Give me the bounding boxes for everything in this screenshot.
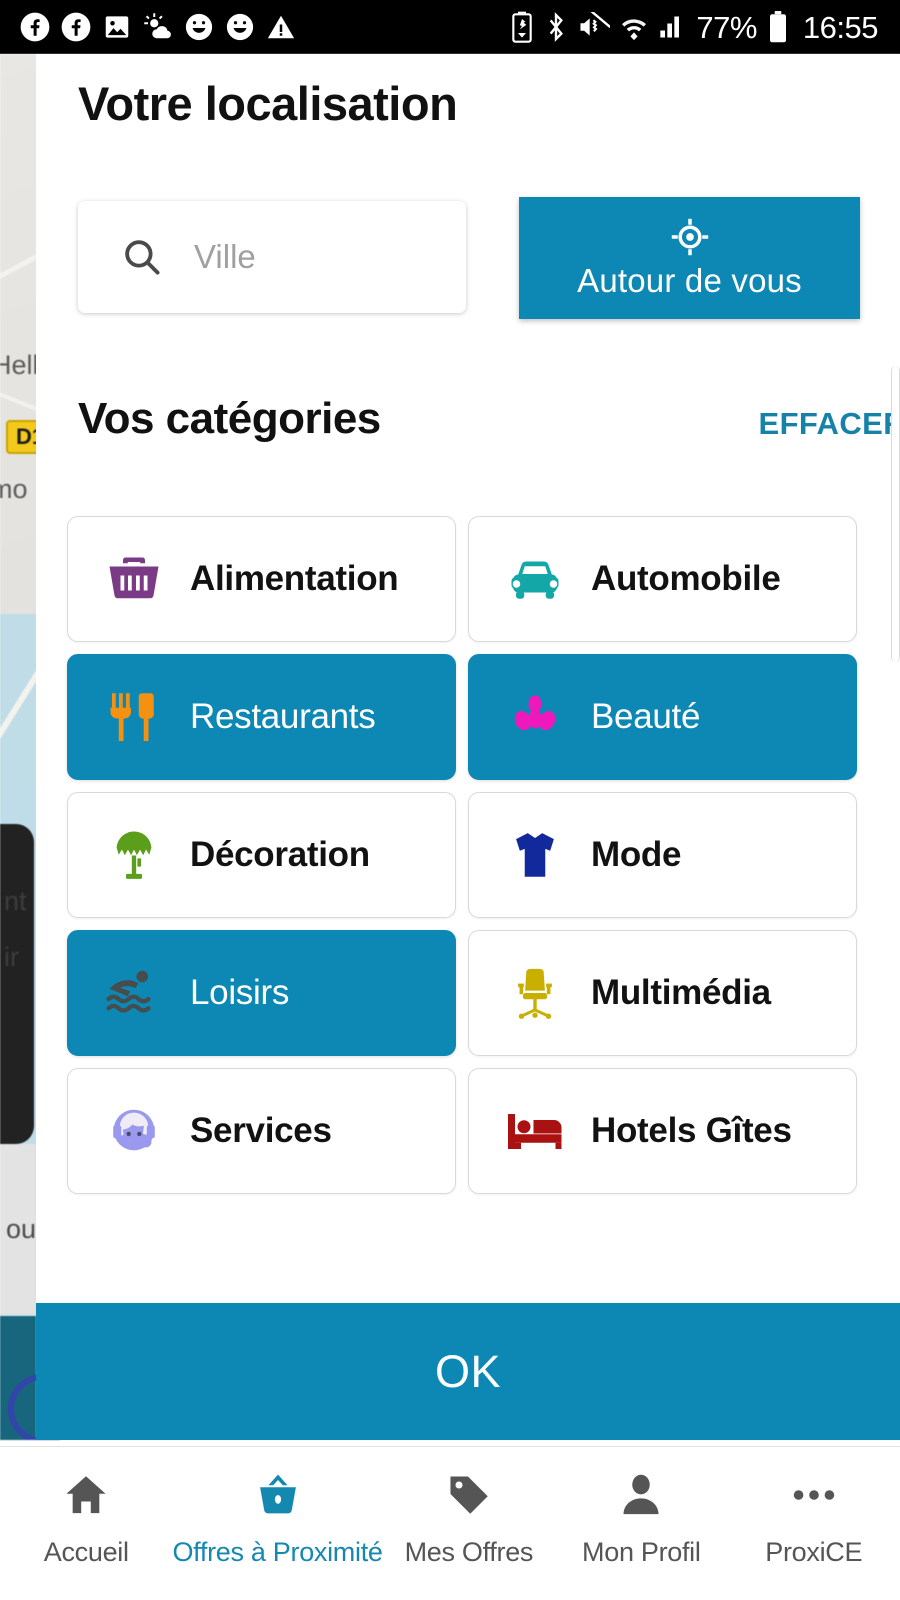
battery-full-icon <box>769 11 786 43</box>
smiley-icon <box>226 13 254 41</box>
wifi-icon <box>622 19 647 41</box>
category-tile-alimentation[interactable]: Alimentation <box>67 516 456 642</box>
category-label: Alimentation <box>190 559 399 598</box>
nav-label: ProxiCE <box>765 1537 863 1567</box>
category-label: Restaurants <box>190 697 376 736</box>
facebook-icon <box>20 12 50 42</box>
category-label: Multimédia <box>591 973 771 1012</box>
nav-item-proxice[interactable]: ProxiCE <box>728 1469 900 1568</box>
around-you-label: Autour de vous <box>577 262 802 299</box>
warning-icon <box>267 15 295 39</box>
nav-item-mes-offres[interactable]: Mes Offres <box>383 1469 555 1568</box>
categories-header: Vos catégories EFFACER <box>36 394 900 466</box>
bed-icon <box>501 1101 569 1161</box>
app-screen: 77% 16:55 Hell D1 mo nt ir ou Votre loca… <box>0 0 900 1600</box>
facebook-icon <box>61 12 91 42</box>
person-icon <box>616 1469 666 1521</box>
modal-scroll-area[interactable]: Votre localisation Autour de vous <box>36 54 900 1299</box>
mute-icon <box>580 12 611 36</box>
signal-icon <box>660 16 680 38</box>
headset-icon <box>100 1102 168 1160</box>
location-search-row: Autour de vous <box>78 197 860 319</box>
nav-label: Mon Profil <box>582 1537 701 1567</box>
bottom-navigation-bar: Accueil Offres à Proximité Mes Offres Mo… <box>0 1446 900 1600</box>
nav-label: Offres à Proximité <box>172 1537 383 1567</box>
category-tile-automobile[interactable]: Automobile <box>468 516 857 642</box>
city-search-input[interactable] <box>194 238 444 276</box>
category-label: Beauté <box>591 697 701 736</box>
swimmer-icon <box>100 963 168 1023</box>
nav-label: Accueil <box>43 1537 129 1567</box>
search-icon <box>125 240 160 275</box>
bluetooth-icon <box>550 12 564 42</box>
category-tile-beaute[interactable]: Beauté <box>468 654 857 780</box>
page-title: Votre localisation <box>78 77 458 130</box>
home-icon <box>61 1469 111 1521</box>
map-place-label: nt <box>4 886 27 916</box>
around-you-button[interactable]: Autour de vous <box>519 197 860 319</box>
tag-icon <box>444 1469 494 1521</box>
nav-label: Mes Offres <box>404 1537 534 1567</box>
category-tile-hotels-gites[interactable]: Hotels Gîtes <box>468 1068 857 1194</box>
map-place-label: mo <box>0 474 28 504</box>
city-search-box[interactable] <box>78 201 466 313</box>
map-place-label: ir <box>4 942 19 972</box>
category-label: Hotels Gîtes <box>591 1111 792 1150</box>
office-chair-icon <box>501 964 569 1022</box>
categories-title: Vos catégories <box>78 394 381 443</box>
status-bar-right-icons: 77% 16:55 <box>510 11 900 43</box>
category-tile-mode[interactable]: Mode <box>468 792 857 918</box>
category-label: Services <box>190 1111 332 1150</box>
smiley-icon <box>185 13 213 41</box>
gps-crosshair-icon <box>671 218 708 256</box>
battery-percent-label: 77% <box>696 9 757 45</box>
category-tile-restaurants[interactable]: Restaurants <box>67 654 456 780</box>
category-tile-decoration[interactable]: Décoration <box>67 792 456 918</box>
flower-icon <box>501 690 569 744</box>
more-icon <box>789 1469 839 1521</box>
weather-icon <box>144 13 171 39</box>
nav-item-offres-a-proximite[interactable]: Offres à Proximité <box>172 1469 383 1568</box>
ok-button[interactable]: OK <box>36 1303 900 1440</box>
map-place-label: Hell <box>0 350 39 380</box>
clear-categories-button[interactable]: EFFACER <box>759 406 900 442</box>
category-tile-services[interactable]: Services <box>67 1068 456 1194</box>
battery-saver-icon <box>512 11 533 43</box>
lamp-icon <box>100 826 168 884</box>
nav-item-accueil[interactable]: Accueil <box>0 1469 172 1568</box>
clock-label: 16:55 <box>802 9 879 45</box>
basket-icon <box>253 1469 303 1521</box>
map-place-label: ou <box>6 1214 37 1244</box>
category-tile-multimedia[interactable]: Multimédia <box>468 930 857 1056</box>
basket-icon <box>100 549 168 609</box>
map-popup-card <box>0 824 34 1144</box>
photos-icon <box>105 16 129 38</box>
category-label: Loisirs <box>190 973 290 1012</box>
location-filter-modal: Votre localisation Autour de vous <box>36 54 900 1440</box>
nav-item-mon-profil[interactable]: Mon Profil <box>555 1469 727 1568</box>
tshirt-icon <box>501 827 569 883</box>
category-label: Automobile <box>591 559 781 598</box>
category-tile-loisirs[interactable]: Loisirs <box>67 930 456 1056</box>
car-icon <box>501 549 569 609</box>
category-label: Mode <box>591 835 682 874</box>
category-grid: Alimentation Automobile Restaurants Beau… <box>67 516 869 1194</box>
category-label: Décoration <box>190 835 370 874</box>
modal-scrollbar[interactable] <box>891 366 900 662</box>
status-bar-left-icons <box>0 12 296 42</box>
status-bar: 77% 16:55 <box>0 0 900 54</box>
cutlery-icon <box>100 687 168 747</box>
